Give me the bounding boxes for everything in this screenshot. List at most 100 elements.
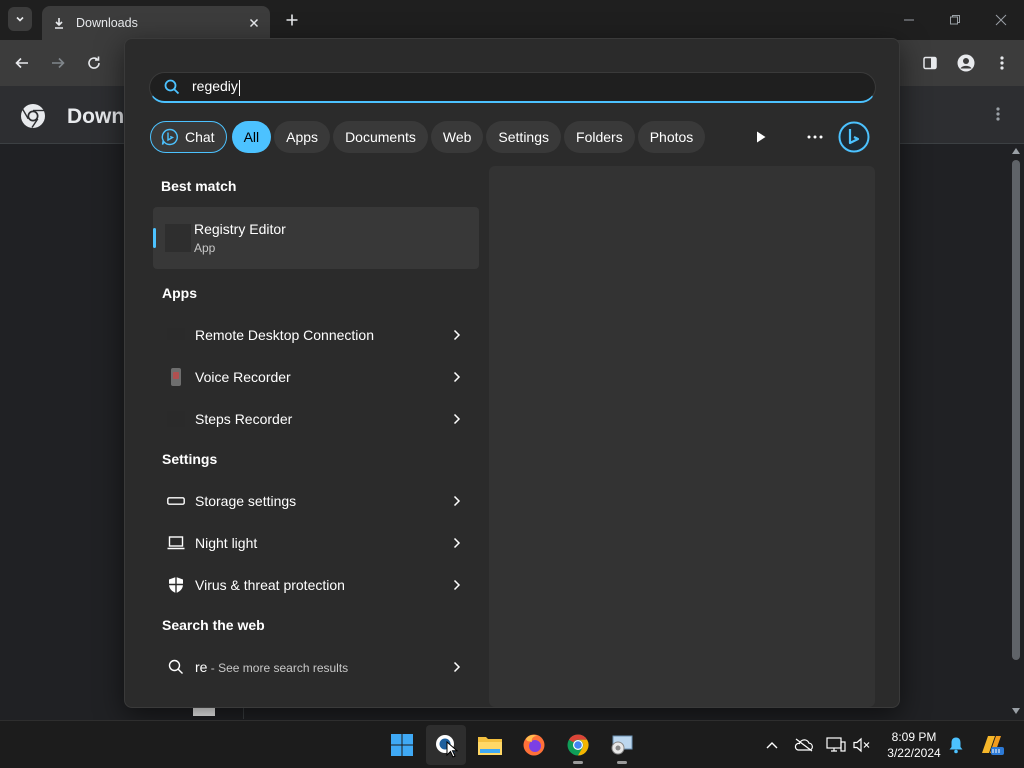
play-arrow-icon bbox=[757, 131, 766, 143]
chrome-taskbar-button[interactable] bbox=[558, 725, 598, 765]
side-panel-icon bbox=[923, 56, 937, 70]
shield-icon bbox=[165, 574, 187, 596]
chevron-right-icon[interactable] bbox=[445, 413, 469, 425]
voice-recorder-icon bbox=[165, 366, 187, 388]
volume-status[interactable] bbox=[850, 733, 874, 757]
show-hidden-icons-button[interactable] bbox=[760, 733, 784, 757]
filter-photos[interactable]: Photos bbox=[637, 121, 706, 153]
search-query-text: regediy bbox=[192, 78, 238, 95]
onedrive-status[interactable] bbox=[792, 733, 816, 757]
best-match-result[interactable]: Registry Editor App bbox=[153, 207, 479, 269]
web-query: re bbox=[195, 659, 208, 675]
side-panel-button[interactable] bbox=[918, 51, 942, 75]
filter-all[interactable]: All bbox=[231, 121, 272, 153]
result-label: Remote Desktop Connection bbox=[195, 327, 374, 343]
close-icon bbox=[995, 14, 1007, 26]
kebab-menu-icon bbox=[1000, 56, 1004, 70]
page-title: Down bbox=[67, 105, 125, 128]
result-night-light[interactable]: Night light bbox=[153, 522, 479, 564]
chevron-up-icon bbox=[766, 742, 778, 749]
filter-bar: Chat All Apps Documents Web Settings Fol… bbox=[150, 120, 708, 154]
network-status[interactable] bbox=[824, 733, 848, 757]
filter-folders[interactable]: Folders bbox=[564, 121, 635, 153]
running-indicator bbox=[617, 761, 627, 764]
copilot-preview-button[interactable] bbox=[978, 733, 1006, 757]
chevron-right-icon[interactable] bbox=[445, 537, 469, 549]
clock-time: 8:09 PM bbox=[891, 730, 937, 744]
chevron-right-icon[interactable] bbox=[445, 329, 469, 341]
filter-web[interactable]: Web bbox=[430, 121, 484, 153]
result-label: re - See more search results bbox=[195, 659, 445, 675]
taskbar-search-button[interactable] bbox=[426, 725, 466, 765]
page-scrollbar[interactable] bbox=[1008, 144, 1024, 720]
file-explorer-button[interactable] bbox=[470, 725, 510, 765]
copilot-icon bbox=[982, 736, 1004, 755]
tab-search-button[interactable] bbox=[8, 7, 32, 31]
best-match-header: Best match bbox=[161, 178, 237, 194]
preview-pane bbox=[489, 166, 875, 707]
start-button[interactable] bbox=[382, 725, 422, 765]
remote-desktop-icon bbox=[165, 324, 187, 346]
back-button[interactable] bbox=[10, 51, 34, 75]
result-steps-recorder[interactable]: Steps Recorder bbox=[153, 398, 479, 440]
chevron-right-icon[interactable] bbox=[445, 579, 469, 591]
chevron-right-icon[interactable] bbox=[445, 371, 469, 383]
page-menu-button[interactable] bbox=[996, 106, 1000, 127]
network-icon bbox=[826, 737, 846, 752]
text-caret bbox=[238, 79, 240, 96]
bell-icon bbox=[949, 737, 963, 754]
background-fragment bbox=[193, 707, 215, 716]
scroll-up-icon[interactable] bbox=[1012, 148, 1020, 154]
firefox-button[interactable] bbox=[514, 725, 554, 765]
selection-indicator bbox=[153, 228, 156, 248]
search-icon bbox=[164, 79, 180, 95]
web-suffix: - See more search results bbox=[207, 661, 349, 675]
result-label: Night light bbox=[195, 535, 258, 551]
forward-button[interactable] bbox=[46, 51, 70, 75]
remote-app-button[interactable] bbox=[602, 725, 642, 765]
clock[interactable]: 8:09 PM 3/22/2024 bbox=[880, 729, 948, 761]
chevron-right-icon[interactable] bbox=[445, 661, 469, 673]
browser-tabstrip: Downloads bbox=[0, 0, 1024, 40]
filter-apps[interactable]: Apps bbox=[274, 121, 331, 153]
new-tab-button[interactable] bbox=[280, 8, 304, 32]
scroll-down-icon[interactable] bbox=[1012, 708, 1020, 714]
close-tab-icon[interactable] bbox=[248, 17, 260, 29]
browser-menu-button[interactable] bbox=[990, 51, 1014, 75]
minimize-button[interactable] bbox=[886, 0, 932, 40]
minimize-icon bbox=[904, 19, 914, 21]
reload-button[interactable] bbox=[82, 51, 106, 75]
more-filters-button[interactable] bbox=[751, 120, 771, 154]
result-web-search[interactable]: re - See more search results bbox=[153, 646, 479, 688]
forward-arrow-icon bbox=[52, 57, 65, 69]
result-storage-settings[interactable]: Storage settings bbox=[153, 480, 479, 522]
result-label: Virus & threat protection bbox=[195, 577, 345, 593]
cloud-offline-icon bbox=[794, 738, 813, 752]
profile-button[interactable] bbox=[954, 51, 978, 75]
chrome-logo-icon bbox=[21, 104, 45, 128]
best-match-name: Registry Editor bbox=[194, 221, 286, 237]
chevron-right-icon[interactable] bbox=[445, 495, 469, 507]
notifications-button[interactable] bbox=[944, 733, 968, 757]
result-remote-desktop[interactable]: Remote Desktop Connection bbox=[153, 314, 479, 356]
chevron-down-icon bbox=[16, 16, 24, 22]
steps-recorder-icon bbox=[165, 408, 187, 430]
search-input[interactable]: regediy bbox=[192, 78, 240, 96]
scrollbar-thumb[interactable] bbox=[1012, 160, 1020, 660]
kebab-menu-icon bbox=[996, 107, 1000, 121]
restore-button[interactable] bbox=[932, 0, 978, 40]
remote-desktop-icon bbox=[611, 735, 633, 755]
tab-downloads[interactable]: Downloads bbox=[42, 6, 270, 40]
search-box[interactable]: regediy bbox=[149, 72, 876, 103]
overflow-menu-button[interactable] bbox=[801, 120, 829, 154]
bing-button[interactable] bbox=[837, 120, 871, 154]
result-virus-protection[interactable]: Virus & threat protection bbox=[153, 564, 479, 606]
filter-chat[interactable]: Chat bbox=[150, 121, 227, 153]
windows-logo-icon bbox=[391, 734, 413, 756]
close-window-button[interactable] bbox=[978, 0, 1024, 40]
chrome-logo bbox=[20, 103, 46, 134]
filter-documents[interactable]: Documents bbox=[333, 121, 428, 153]
back-arrow-icon bbox=[15, 57, 28, 69]
result-voice-recorder[interactable]: Voice Recorder bbox=[153, 356, 479, 398]
filter-settings[interactable]: Settings bbox=[486, 121, 562, 153]
